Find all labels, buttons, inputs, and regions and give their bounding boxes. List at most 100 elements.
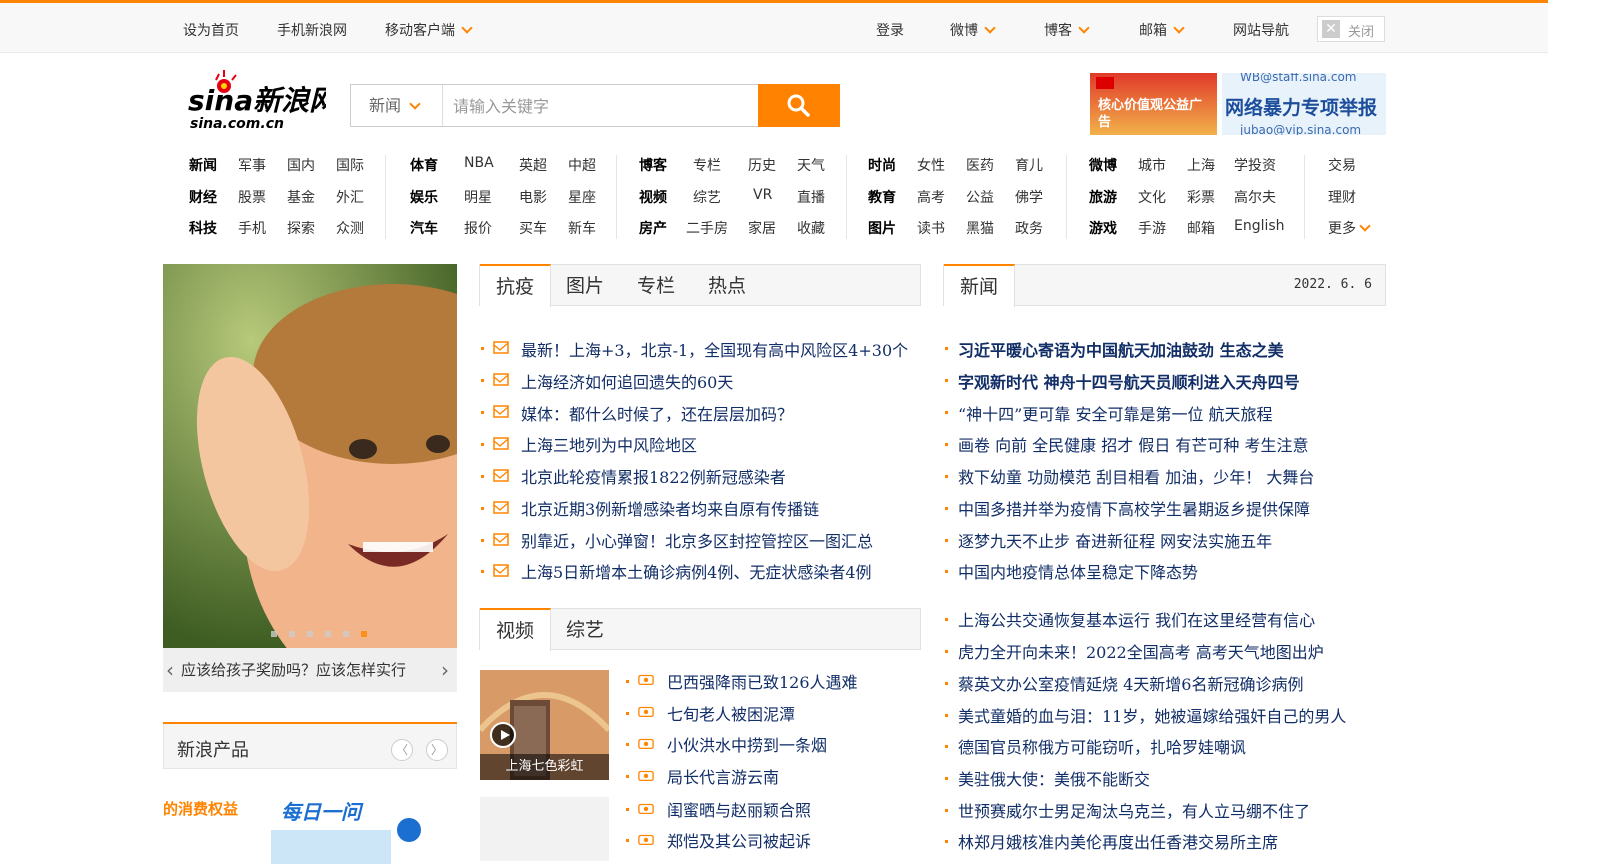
nav-weibo[interactable]: 微博: [1089, 155, 1117, 175]
nav-forex[interactable]: 外汇: [336, 187, 364, 207]
news-link[interactable]: 媒体：都什么时候了，还在层层加码？: [521, 401, 793, 425]
slider-dot[interactable]: [289, 631, 295, 637]
news-link[interactable]: 中国内地疫情总体呈稳定下降态势: [958, 559, 1198, 583]
nav-lottery[interactable]: 彩票: [1187, 187, 1215, 207]
tab-columns[interactable]: 专栏: [625, 265, 687, 306]
video-thumbnail-2[interactable]: [480, 797, 609, 861]
nav-horoscope[interactable]: 星座: [568, 187, 596, 207]
news-link[interactable]: 德国官员称俄方可能窃听，扎哈罗娃嘲讽: [958, 734, 1246, 758]
slider-dot[interactable]: [307, 631, 313, 637]
nav-parenting[interactable]: 育儿: [1015, 155, 1043, 175]
nav-wealth[interactable]: 理财: [1328, 187, 1356, 207]
nav-culture[interactable]: 文化: [1138, 187, 1166, 207]
nav-new-cars[interactable]: 新车: [568, 218, 596, 238]
nav-weather[interactable]: 天气: [797, 155, 825, 175]
nav-stocks[interactable]: 股票: [238, 187, 266, 207]
tab-pictures[interactable]: 图片: [554, 265, 616, 306]
headline-link[interactable]: 习近平暖心寄语为中国航天加油鼓劲 生态之美: [958, 337, 1284, 361]
news-link[interactable]: 上海5日新增本土确诊病例4例、无症状感染者4例: [521, 559, 872, 583]
products-prev-button[interactable]: 〈: [391, 739, 413, 761]
tab-variety[interactable]: 综艺: [554, 609, 616, 650]
nav-government[interactable]: 政务: [1015, 218, 1043, 238]
news-link[interactable]: 林郑月娥核准内美伦再度出任香港交易所主席: [958, 829, 1278, 853]
set-homepage-link[interactable]: 设为首页: [183, 20, 239, 40]
login-link[interactable]: 登录: [876, 20, 904, 40]
news-link[interactable]: “神十四”更可靠 安全可靠是第一位 航天旅程: [958, 401, 1273, 425]
news-link[interactable]: 画卷 向前 全民健康 招才 假日 有芒可种 考生注意: [958, 432, 1309, 456]
news-link[interactable]: 虎力全开向未来！2022全国高考 高考天气地图出炉: [958, 639, 1324, 663]
nav-live[interactable]: 直播: [797, 187, 825, 207]
nav-variety[interactable]: 综艺: [693, 187, 721, 207]
news-link[interactable]: 上海三地列为中风险地区: [521, 432, 697, 456]
nav-prices[interactable]: 报价: [464, 218, 492, 238]
nav-sports[interactable]: 体育: [410, 155, 438, 175]
nav-travel[interactable]: 旅游: [1089, 187, 1117, 207]
news-link[interactable]: 别靠近，小心弹窗！北京多区封控管控区一图汇总: [521, 528, 873, 552]
nav-buy-car[interactable]: 买车: [519, 218, 547, 238]
video-thumbnail[interactable]: 上海七色彩虹: [480, 670, 609, 780]
news-link[interactable]: 上海公共交通恢复基本运行 我们在这里经营有信心: [958, 607, 1315, 631]
ad-core-values[interactable]: 核心价值观公益广告: [1090, 73, 1217, 135]
news-link[interactable]: 美式童婚的血与泪：11岁，她被逼嫁给强奸自己的男人: [958, 703, 1346, 727]
video-link[interactable]: 七旬老人被困泥潭: [667, 701, 795, 725]
news-link[interactable]: 最新！上海+3，北京-1，全国现有高中风险区4+30个: [521, 337, 908, 361]
nav-photos[interactable]: 图片: [868, 218, 896, 238]
nav-home[interactable]: 家居: [748, 218, 776, 238]
products-next-button[interactable]: 〉: [426, 739, 448, 761]
nav-buddhism[interactable]: 佛学: [1015, 187, 1043, 207]
nav-mobile[interactable]: 手机: [238, 218, 266, 238]
nav-movies[interactable]: 电影: [519, 187, 547, 207]
nav-fashion[interactable]: 时尚: [868, 155, 896, 175]
video-link[interactable]: 小伙洪水中捞到一条烟: [667, 732, 827, 756]
nav-blog[interactable]: 博客: [639, 155, 667, 175]
mobile-sina-link[interactable]: 手机新浪网: [277, 20, 347, 40]
news-link[interactable]: 中国多措并举为疫情下高校学生暑期返乡提供保障: [958, 496, 1310, 520]
video-link[interactable]: 局长代言游云南: [667, 764, 779, 788]
nav-auto[interactable]: 汽车: [410, 218, 438, 238]
nav-gaokao[interactable]: 高考: [917, 187, 945, 207]
nav-vr[interactable]: VR: [753, 187, 772, 203]
nav-video[interactable]: 视频: [639, 187, 667, 207]
tab-epidemic[interactable]: 抗疫: [480, 264, 551, 307]
nav-funds[interactable]: 基金: [287, 187, 315, 207]
nav-news[interactable]: 新闻: [189, 155, 217, 175]
search-category-select[interactable]: 新闻: [351, 85, 443, 126]
nav-crowdtest[interactable]: 众测: [336, 218, 364, 238]
nav-realestate[interactable]: 房产: [639, 218, 667, 238]
search-button[interactable]: [758, 84, 840, 127]
products-promo-left[interactable]: 的消费权益: [163, 798, 238, 819]
nav-mail[interactable]: 邮箱: [1187, 218, 1215, 238]
mobile-client-menu[interactable]: 移动客户端: [385, 20, 473, 40]
slider-dot[interactable]: [325, 631, 331, 637]
nav-international[interactable]: 国际: [336, 155, 364, 175]
news-link[interactable]: 上海经济如何追回遗失的60天: [521, 369, 733, 393]
nav-charity[interactable]: 公益: [966, 187, 994, 207]
nav-secondhand[interactable]: 二手房: [686, 218, 728, 238]
nav-games[interactable]: 游戏: [1089, 218, 1117, 238]
nav-entertainment[interactable]: 娱乐: [410, 187, 438, 207]
nav-tech[interactable]: 科技: [189, 218, 217, 238]
slider-prev-icon[interactable]: ‹: [166, 648, 174, 692]
search-input[interactable]: [451, 91, 755, 121]
ad-banner[interactable]: 核心价值观公益广告 WB@staff.sina.com 网络暴力专项举报 jub…: [1090, 73, 1386, 135]
nav-collection[interactable]: 收藏: [797, 218, 825, 238]
news-link[interactable]: 救下幼童 功勋模范 刮目相看 加油，少年！ 大舞台: [958, 464, 1314, 488]
nav-blackcat[interactable]: 黑猫: [966, 218, 994, 238]
nav-stars[interactable]: 明星: [464, 187, 492, 207]
nav-explore[interactable]: 探索: [287, 218, 315, 238]
nav-english[interactable]: English: [1234, 218, 1285, 234]
nav-invest[interactable]: 学投资: [1234, 155, 1276, 175]
video-link[interactable]: 闺蜜晒与赵丽颖合照: [667, 797, 811, 821]
products-promo-right[interactable]: 每日一问: [281, 796, 361, 825]
nav-mobile-games[interactable]: 手游: [1138, 218, 1166, 238]
slider-dot[interactable]: [271, 631, 277, 637]
video-link[interactable]: 巴西强降雨已致126人遇难: [667, 669, 858, 693]
nav-women[interactable]: 女性: [917, 155, 945, 175]
news-link[interactable]: 逐梦九天不止步 奋进新征程 网安法实施五年: [958, 528, 1272, 552]
play-icon[interactable]: [490, 722, 516, 748]
nav-reading[interactable]: 读书: [917, 218, 945, 238]
blog-menu[interactable]: 博客: [1044, 20, 1090, 40]
nav-epl[interactable]: 英超: [519, 155, 547, 175]
nav-shanghai[interactable]: 上海: [1187, 155, 1215, 175]
image-slider[interactable]: ‹ 应该给孩子奖励吗？应该怎样实行 ›: [163, 264, 457, 692]
